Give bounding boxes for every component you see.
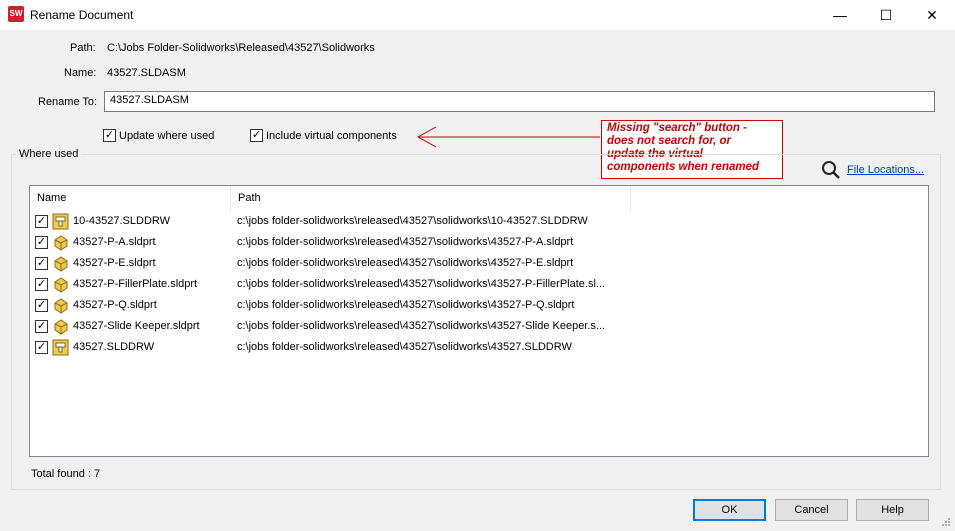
include-virtual-components-checkbox[interactable]: ✓ [250, 129, 263, 142]
where-used-list[interactable]: Name Path ✓ 10-43527.SLDDRW c:\jobs fold… [29, 185, 929, 457]
row-file-path: c:\jobs folder-solidworks\released\43527… [237, 320, 606, 332]
row-file-path: c:\jobs folder-solidworks\released\43527… [237, 341, 572, 353]
part-file-icon [54, 319, 68, 335]
include-virtual-components-label: Include virtual components [266, 130, 397, 142]
ok-button[interactable]: OK [693, 499, 766, 521]
table-row[interactable]: ✓ 10-43527.SLDDRW c:\jobs folder-solidwo… [30, 211, 928, 232]
annotation-line: does not search for, or [607, 135, 731, 147]
resize-grip-icon[interactable] [940, 516, 952, 528]
drawing-file-icon [52, 339, 69, 356]
name-value: 43527.SLDASM [107, 67, 186, 79]
row-file-path: c:\jobs folder-solidworks\released\43527… [237, 215, 588, 227]
row-checkbox[interactable]: ✓ [35, 278, 48, 291]
row-file-path: c:\jobs folder-solidworks\released\43527… [237, 299, 575, 311]
cancel-button[interactable]: Cancel [775, 499, 848, 521]
row-checkbox[interactable]: ✓ [35, 236, 48, 249]
name-label: Name: [64, 67, 97, 79]
table-row[interactable]: ✓ 43527-P-E.sldprt c:\jobs folder-solidw… [30, 253, 928, 274]
where-used-group-label: Where used [16, 148, 82, 160]
table-row[interactable]: ✓ 43527-P-A.sldprt c:\jobs folder-solidw… [30, 232, 928, 253]
path-label: Path: [70, 42, 96, 54]
part-file-icon [54, 235, 68, 251]
part-file-icon [54, 256, 68, 272]
part-file-icon [54, 277, 68, 293]
title-bar: SW Rename Document — ☐ ✕ [0, 0, 955, 30]
annotation-line: Missing "search" button - [607, 122, 747, 134]
file-locations-link[interactable]: File Locations... [847, 164, 924, 176]
rename-to-input[interactable]: 43527.SLDASM [104, 91, 935, 112]
column-header-name[interactable]: Name [30, 186, 231, 211]
row-checkbox[interactable]: ✓ [35, 320, 48, 333]
row-checkbox[interactable]: ✓ [35, 299, 48, 312]
row-file-name: 43527-P-E.sldprt [73, 257, 156, 269]
window-title: Rename Document [30, 8, 134, 22]
row-checkbox[interactable]: ✓ [35, 341, 48, 354]
solidworks-app-icon: SW [8, 6, 24, 22]
table-row[interactable]: ✓ 43527-P-Q.sldprt c:\jobs folder-solidw… [30, 295, 928, 316]
row-file-name: 43527.SLDDRW [73, 341, 155, 353]
column-header-path[interactable]: Path [231, 186, 631, 211]
row-file-path: c:\jobs folder-solidworks\released\43527… [237, 278, 606, 290]
help-button[interactable]: Help [856, 499, 929, 521]
row-checkbox[interactable]: ✓ [35, 257, 48, 270]
maximize-button[interactable]: ☐ [863, 0, 909, 30]
path-value: C:\Jobs Folder-Solidworks\Released\43527… [107, 42, 375, 54]
row-file-name: 43527-P-A.sldprt [73, 236, 156, 248]
table-row[interactable]: ✓ 43527.SLDDRW c:\jobs folder-solidworks… [30, 337, 928, 358]
search-icon[interactable] [821, 160, 841, 180]
part-file-icon [54, 298, 68, 314]
close-button[interactable]: ✕ [909, 0, 955, 30]
drawing-file-icon [52, 213, 69, 230]
rename-to-label: Rename To: [38, 96, 98, 108]
row-file-path: c:\jobs folder-solidworks\released\43527… [237, 257, 574, 269]
table-row[interactable]: ✓ 43527-P-FillerPlate.sldprt c:\jobs fol… [30, 274, 928, 295]
row-file-name: 10-43527.SLDDRW [73, 215, 171, 227]
row-checkbox[interactable]: ✓ [35, 215, 48, 228]
row-file-name: 43527-P-Q.sldprt [73, 299, 157, 311]
total-found-label: Total found : 7 [31, 468, 101, 480]
row-file-name: 43527-P-FillerPlate.sldprt [73, 278, 198, 290]
minimize-button[interactable]: — [817, 0, 863, 30]
row-file-path: c:\jobs folder-solidworks\released\43527… [237, 236, 574, 248]
table-row[interactable]: ✓ 43527-Slide Keeper.sldprt c:\jobs fold… [30, 316, 928, 337]
row-file-name: 43527-Slide Keeper.sldprt [73, 320, 200, 332]
annotation-arrow [416, 126, 600, 148]
update-where-used-checkbox[interactable]: ✓ [103, 129, 116, 142]
update-where-used-label: Update where used [119, 130, 215, 142]
